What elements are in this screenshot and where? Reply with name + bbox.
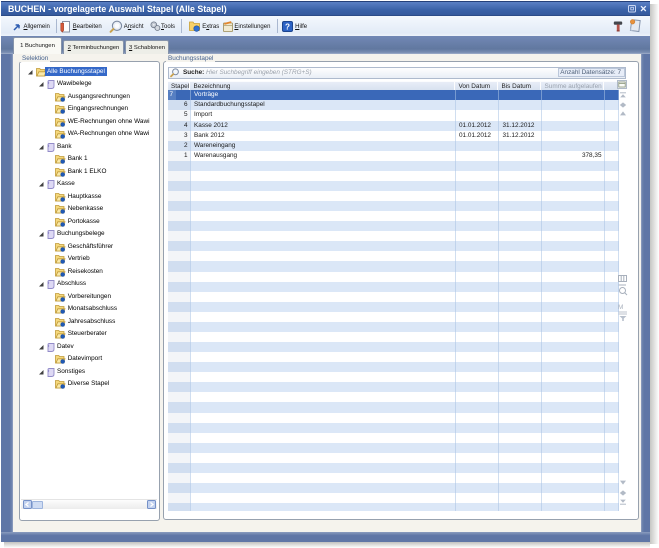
svg-text:?: ? [285, 22, 290, 31]
svg-text:M: M [618, 304, 623, 310]
